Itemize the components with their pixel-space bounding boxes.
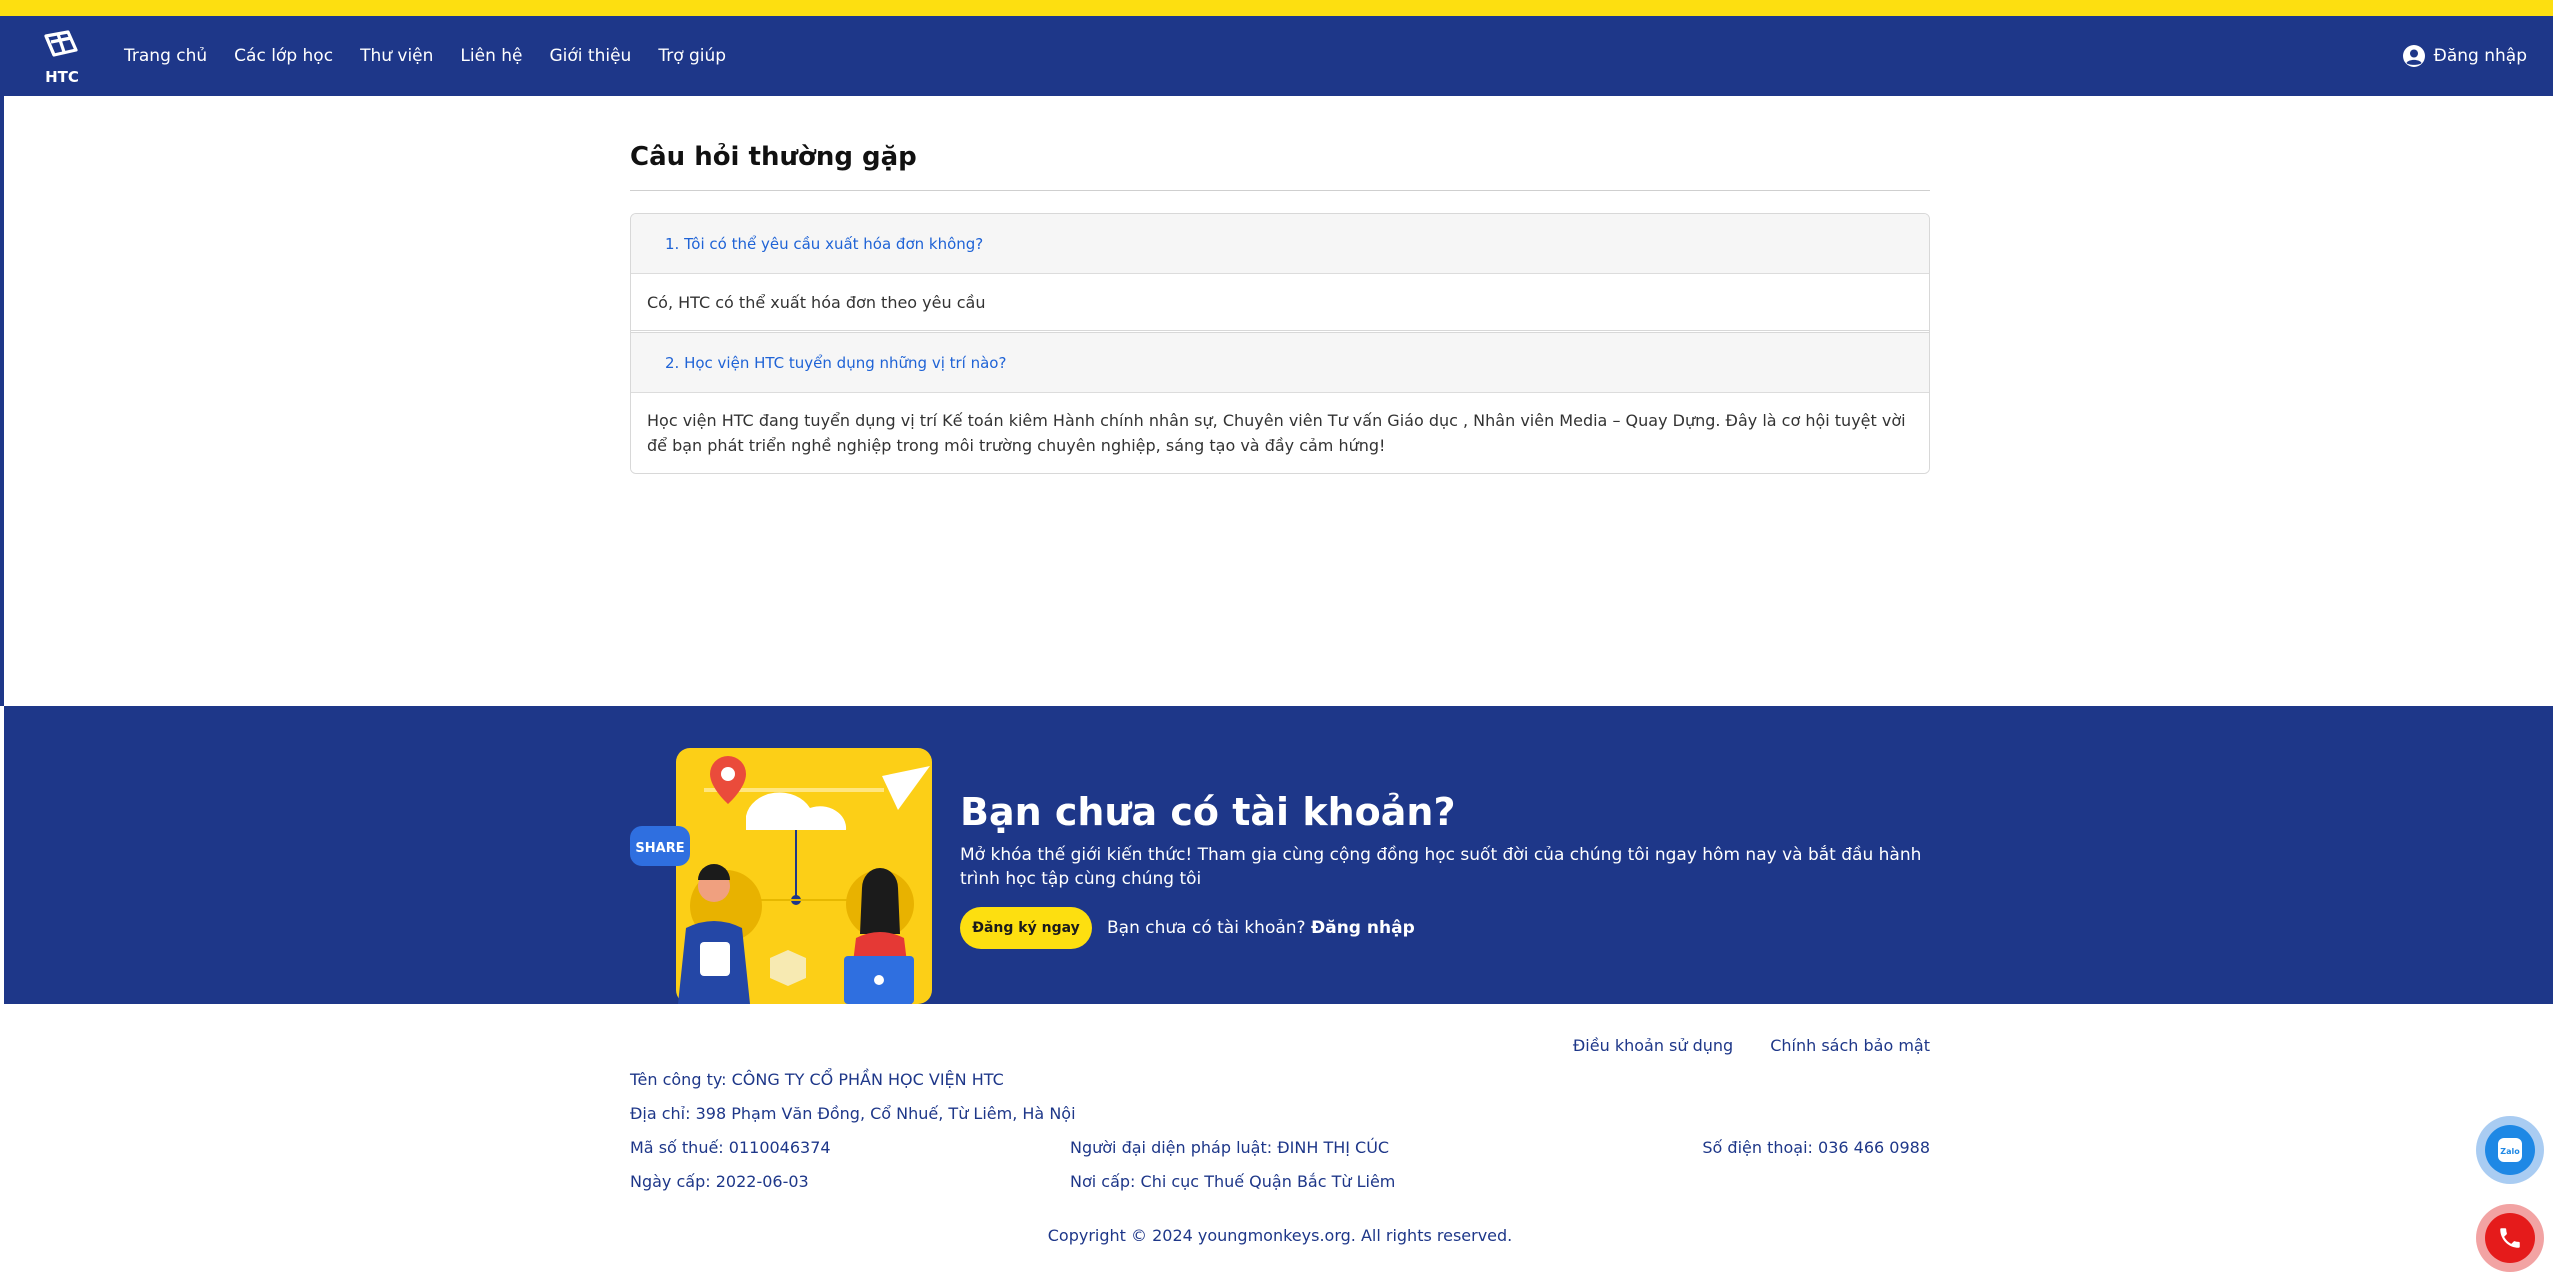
footer-links: Điều khoản sử dụng Chính sách bảo mật xyxy=(1573,1036,1930,1055)
issue-date: Ngày cấp: 2022-06-03 xyxy=(630,1172,809,1191)
tax-code: Mã số thuế: 0110046374 xyxy=(630,1138,831,1157)
divider xyxy=(630,190,1930,191)
cta-login-prompt-text: Bạn chưa có tài khoản? xyxy=(1107,918,1306,938)
nav-item-about[interactable]: Giới thiệu xyxy=(550,46,632,66)
company-name: Tên công ty: CÔNG TY CỔ PHẦN HỌC VIỆN HT… xyxy=(630,1070,1004,1089)
user-circle-icon xyxy=(2402,45,2425,67)
faq-question-1[interactable]: 1. Tôi có thể yêu cầu xuất hóa đơn không… xyxy=(631,214,1929,274)
faq-answer-2: Học viện HTC đang tuyển dụng vị trí Kế t… xyxy=(631,393,1929,473)
htc-logo[interactable]: HTC xyxy=(38,28,86,86)
page-title: Câu hỏi thường gặp xyxy=(630,142,917,172)
svg-text:Zalo: Zalo xyxy=(2500,1147,2520,1156)
login-label: Đăng nhập xyxy=(2433,46,2527,66)
phone-icon xyxy=(2485,1213,2535,1263)
faq-question-2[interactable]: 2. Học viện HTC tuyển dụng những vị trí … xyxy=(631,333,1929,393)
zalo-chat-button[interactable]: Zalo xyxy=(2476,1116,2544,1184)
phone-call-button[interactable] xyxy=(2476,1204,2544,1272)
zalo-icon: Zalo xyxy=(2485,1125,2535,1175)
svg-text:SHARE: SHARE xyxy=(635,841,684,856)
copyright: Copyright © 2024 youngmonkeys.org. All r… xyxy=(1047,1226,1513,1245)
nav-item-classes[interactable]: Các lớp học xyxy=(234,46,333,66)
left-edge-bar xyxy=(0,96,4,706)
main-navbar: HTC Trang chủ Các lớp học Thư viện Liên … xyxy=(0,16,2553,96)
register-button[interactable]: Đăng ký ngay xyxy=(960,907,1092,949)
nav-item-help[interactable]: Trợ giúp xyxy=(658,46,726,66)
phone-number: Số điện thoại: 036 466 0988 xyxy=(1702,1138,1930,1157)
nav-item-contact[interactable]: Liên hệ xyxy=(460,46,522,66)
faq-answer-1: Có, HTC có thể xuất hóa đơn theo yêu cầu xyxy=(631,274,1929,331)
issue-place: Nơi cấp: Chi cục Thuế Quận Bắc Từ Liêm xyxy=(1070,1172,1396,1191)
legal-representative: Người đại diện pháp luật: ĐINH THỊ CÚC xyxy=(1070,1138,1390,1157)
privacy-link[interactable]: Chính sách bảo mật xyxy=(1770,1036,1930,1055)
signup-illustration: SHARE xyxy=(630,748,932,1004)
site-footer: Điều khoản sử dụng Chính sách bảo mật Tê… xyxy=(630,1004,1930,1280)
faq-section: Câu hỏi thường gặp 1. Tôi có thể yêu cầu… xyxy=(630,96,1930,474)
cta-title: Bạn chưa có tài khoản? xyxy=(960,790,1456,834)
signup-cta-banner: SHARE Bạn chưa có tài khoản? Mở khóa thế… xyxy=(4,706,2553,1004)
svg-text:HTC: HTC xyxy=(45,68,79,86)
cta-login-prompt: Bạn chưa có tài khoản? Đăng nhập xyxy=(1107,918,1415,938)
nav-item-library[interactable]: Thư viện xyxy=(360,46,433,66)
cta-description: Mở khóa thế giới kiến thức! Tham gia cùn… xyxy=(960,845,1922,889)
company-address: Địa chỉ: 398 Phạm Văn Đồng, Cổ Nhuế, Từ … xyxy=(630,1104,1076,1123)
nav-menu: Trang chủ Các lớp học Thư viện Liên hệ G… xyxy=(124,16,753,96)
faq-accordion: 1. Tôi có thể yêu cầu xuất hóa đơn không… xyxy=(630,213,1930,474)
top-accent-strip xyxy=(0,0,2553,16)
cta-login-link[interactable]: Đăng nhập xyxy=(1311,918,1415,938)
login-button[interactable]: Đăng nhập xyxy=(2402,16,2527,96)
terms-link[interactable]: Điều khoản sử dụng xyxy=(1573,1036,1733,1055)
nav-item-home[interactable]: Trang chủ xyxy=(124,46,207,66)
